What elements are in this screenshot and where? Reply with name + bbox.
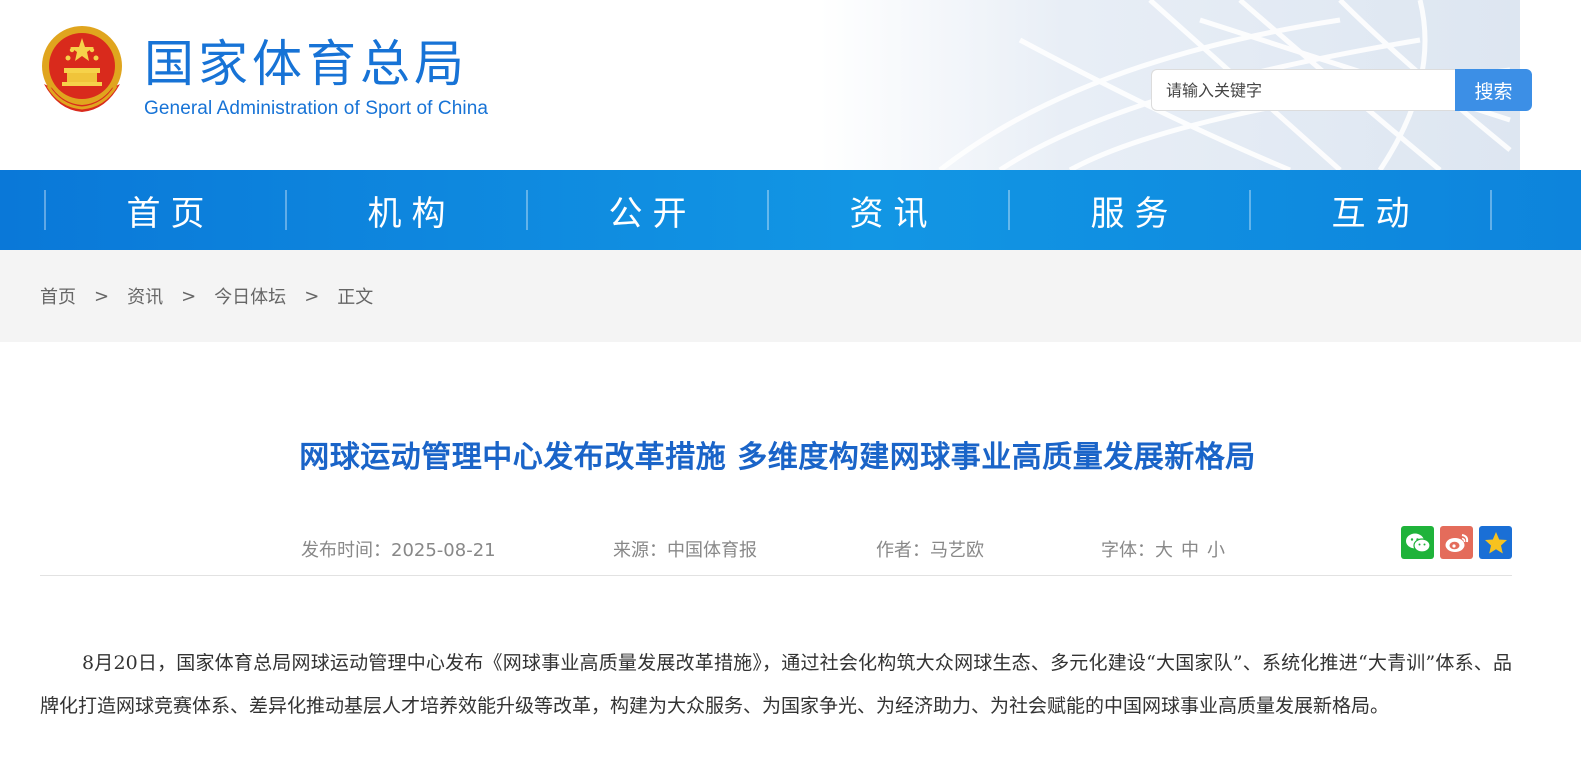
breadcrumb-separator: > [181,285,197,307]
nav-item-services[interactable]: 服务 [1010,170,1249,250]
nav-divider [1490,190,1492,230]
article-paragraph: 8月20日，国家体育总局网球运动管理中心发布《网球事业高质量发展改革措施》，通过… [40,652,1512,717]
wechat-icon [1405,533,1431,553]
article-author: 作者：马艺欧 [876,540,984,561]
site-header: 国家体育总局 General Administration of Sport o… [0,0,1581,170]
share-weibo-button[interactable] [1440,526,1473,559]
search-input[interactable] [1151,69,1455,111]
weibo-icon [1445,533,1468,552]
nav-item-interaction[interactable]: 互动 [1251,170,1490,250]
site-name-cn: 国家体育总局 [144,35,468,93]
breadcrumb-separator: > [94,285,110,307]
article-meta: 发布时间：2025-08-21 来源：中国体育报 作者：马艺欧 字体：大中小 [40,526,1512,576]
nav-item-disclosure[interactable]: 公开 [528,170,767,250]
site-title-block: 国家体育总局 General Administration of Sport o… [144,36,488,120]
article-title: 网球运动管理中心发布改革措施 多维度构建网球事业高质量发展新格局 [299,440,1256,475]
breadcrumb-home[interactable]: 首页 [40,283,76,309]
breadcrumb-separator: > [304,285,320,307]
publish-date: 发布时间：2025-08-21 [301,540,496,561]
main-nav: 首页 机构 公开 资讯 服务 互动 [0,170,1581,250]
search-bar: 搜索 [1151,69,1532,111]
nav-item-news[interactable]: 资讯 [769,170,1008,250]
article-source: 来源：中国体育报 [613,540,757,561]
font-size-control: 字体：大中小 [1101,536,1225,562]
site-name-en: General Administration of Sport of China [144,98,489,119]
share-buttons [1401,526,1512,559]
breadcrumb: 首页 > 资讯 > 今日体坛 > 正文 [0,250,1581,342]
share-favorite-button[interactable] [1479,526,1512,559]
font-size-large[interactable]: 大 [1155,540,1173,561]
breadcrumb-today-sports[interactable]: 今日体坛 [214,283,286,309]
nav-item-institutions[interactable]: 机构 [287,170,526,250]
breadcrumb-current: 正文 [337,287,374,308]
search-button[interactable]: 搜索 [1455,69,1532,111]
favorite-star-icon [1484,531,1507,553]
nav-item-home[interactable]: 首页 [46,170,285,250]
font-size-label: 字体： [1101,540,1155,561]
font-size-medium[interactable]: 中 [1181,540,1199,561]
share-wechat-button[interactable] [1401,526,1434,559]
breadcrumb-news[interactable]: 资讯 [127,283,163,309]
national-emblem-icon [42,26,122,112]
site-logo[interactable]: 国家体育总局 General Administration of Sport o… [38,24,488,120]
font-size-small[interactable]: 小 [1207,540,1225,561]
